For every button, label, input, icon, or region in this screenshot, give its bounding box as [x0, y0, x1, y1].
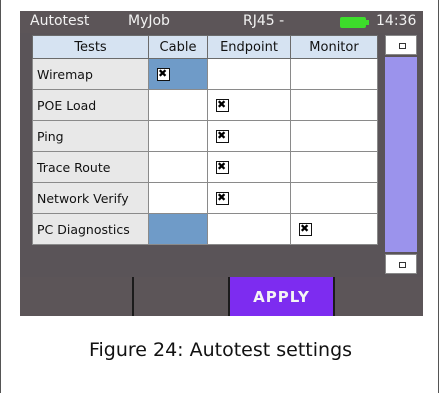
cable-cell[interactable]: [148, 120, 208, 152]
endpoint-cell[interactable]: [207, 58, 291, 90]
test-name[interactable]: POE Load: [32, 89, 149, 121]
monitor-cell[interactable]: [290, 58, 378, 90]
apply-button[interactable]: APPLY: [230, 277, 333, 316]
monitor-cell[interactable]: [290, 89, 378, 121]
scroll-up-button[interactable]: [385, 35, 417, 55]
table-row[interactable]: POE Load: [32, 89, 378, 121]
cable-cell[interactable]: [148, 182, 208, 214]
clock: 14:36: [376, 13, 417, 29]
endpoint-cell[interactable]: [207, 151, 291, 183]
cable-cell[interactable]: [148, 89, 208, 121]
header-tests[interactable]: Tests: [32, 35, 149, 59]
scrollbar[interactable]: [385, 35, 417, 274]
tests-table: Tests Cable Endpoint Monitor WiremapPOE …: [32, 35, 378, 245]
cable-cell[interactable]: [148, 58, 208, 90]
device-screen: Autotest MyJob RJ45 - 14:36 Tests Cable …: [20, 11, 423, 316]
port-status: RJ45 -: [243, 13, 285, 29]
header-cable[interactable]: Cable: [148, 35, 208, 59]
job-name: MyJob: [128, 13, 170, 29]
test-name[interactable]: Network Verify: [32, 182, 149, 214]
cable-cell[interactable]: [148, 151, 208, 183]
table-row[interactable]: Wiremap: [32, 58, 378, 90]
monitor-cell[interactable]: [290, 182, 378, 214]
softkey-divider: [333, 277, 335, 316]
test-name[interactable]: Wiremap: [32, 58, 149, 90]
battery-icon: [340, 17, 369, 28]
table-row[interactable]: Network Verify: [32, 182, 378, 214]
checkbox-checked-icon[interactable]: [216, 97, 229, 113]
test-grid: Tests Cable Endpoint Monitor WiremapPOE …: [32, 35, 378, 274]
app-title: Autotest: [30, 13, 90, 29]
test-name[interactable]: Trace Route: [32, 151, 149, 183]
cable-cell[interactable]: [148, 213, 208, 245]
endpoint-cell[interactable]: [207, 213, 291, 245]
endpoint-cell[interactable]: [207, 89, 291, 121]
checkbox-checked-icon[interactable]: [157, 66, 170, 82]
checkbox-checked-icon[interactable]: [299, 221, 312, 237]
checkbox-checked-icon[interactable]: [216, 159, 229, 175]
figure-caption: Figure 24: Autotest settings: [88, 339, 353, 361]
monitor-cell[interactable]: [290, 151, 378, 183]
monitor-cell[interactable]: [290, 120, 378, 152]
scroll-down-button[interactable]: [385, 254, 417, 274]
table-row[interactable]: Ping: [32, 120, 378, 152]
table-row[interactable]: Trace Route: [32, 151, 378, 183]
test-name[interactable]: PC Diagnostics: [32, 213, 149, 245]
header-endpoint[interactable]: Endpoint: [207, 35, 291, 59]
softkey-bar: APPLY: [20, 277, 423, 316]
scroll-thumb[interactable]: [385, 57, 417, 252]
endpoint-cell[interactable]: [207, 120, 291, 152]
test-name[interactable]: Ping: [32, 120, 149, 152]
table-row[interactable]: PC Diagnostics: [32, 213, 378, 245]
header-monitor[interactable]: Monitor: [290, 35, 378, 59]
checkbox-checked-icon[interactable]: [216, 128, 229, 144]
softkey-divider: [132, 277, 134, 316]
monitor-cell[interactable]: [290, 213, 378, 245]
endpoint-cell[interactable]: [207, 182, 291, 214]
checkbox-checked-icon[interactable]: [216, 190, 229, 206]
status-bar: Autotest MyJob RJ45 - 14:36: [20, 11, 423, 33]
